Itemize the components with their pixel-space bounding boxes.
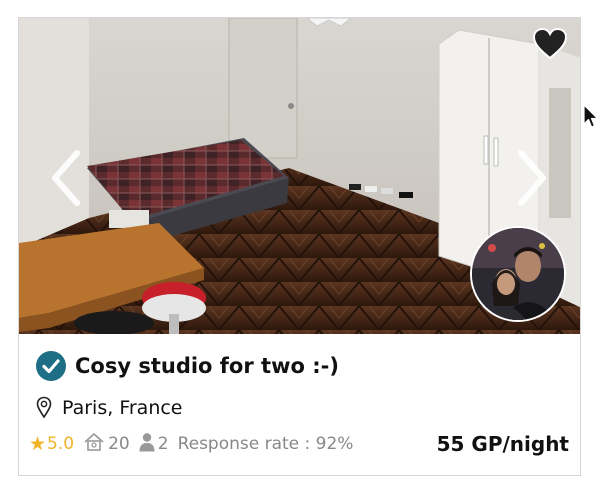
listing-card[interactable]: Cosy studio for two :-) Paris, France ★ … bbox=[18, 17, 581, 476]
star-icon: ★ bbox=[29, 433, 47, 455]
listing-title[interactable]: Cosy studio for two :-) bbox=[75, 354, 339, 378]
listing-photo[interactable] bbox=[19, 18, 580, 334]
rating-value: 5.0 bbox=[47, 434, 75, 454]
listing-location: Paris, France bbox=[62, 397, 183, 419]
listing-stats: ★ 5.0 20 2 Response rate : 92% bbox=[29, 432, 353, 456]
chevron-left-icon[interactable] bbox=[49, 149, 83, 207]
check-badge-icon bbox=[35, 350, 67, 382]
mouse-cursor-icon bbox=[583, 104, 599, 130]
response-rate: Response rate : 92% bbox=[177, 434, 354, 454]
rooms-count: 20 bbox=[108, 434, 130, 454]
house-icon bbox=[83, 432, 105, 457]
person-icon bbox=[139, 432, 155, 457]
listing-price: 55 GP/night bbox=[436, 432, 569, 456]
map-pin-icon bbox=[36, 396, 52, 419]
guests-count: 2 bbox=[157, 434, 169, 454]
host-avatar[interactable] bbox=[470, 226, 566, 322]
chevron-right-icon[interactable] bbox=[515, 149, 549, 207]
heart-icon[interactable] bbox=[532, 28, 568, 60]
